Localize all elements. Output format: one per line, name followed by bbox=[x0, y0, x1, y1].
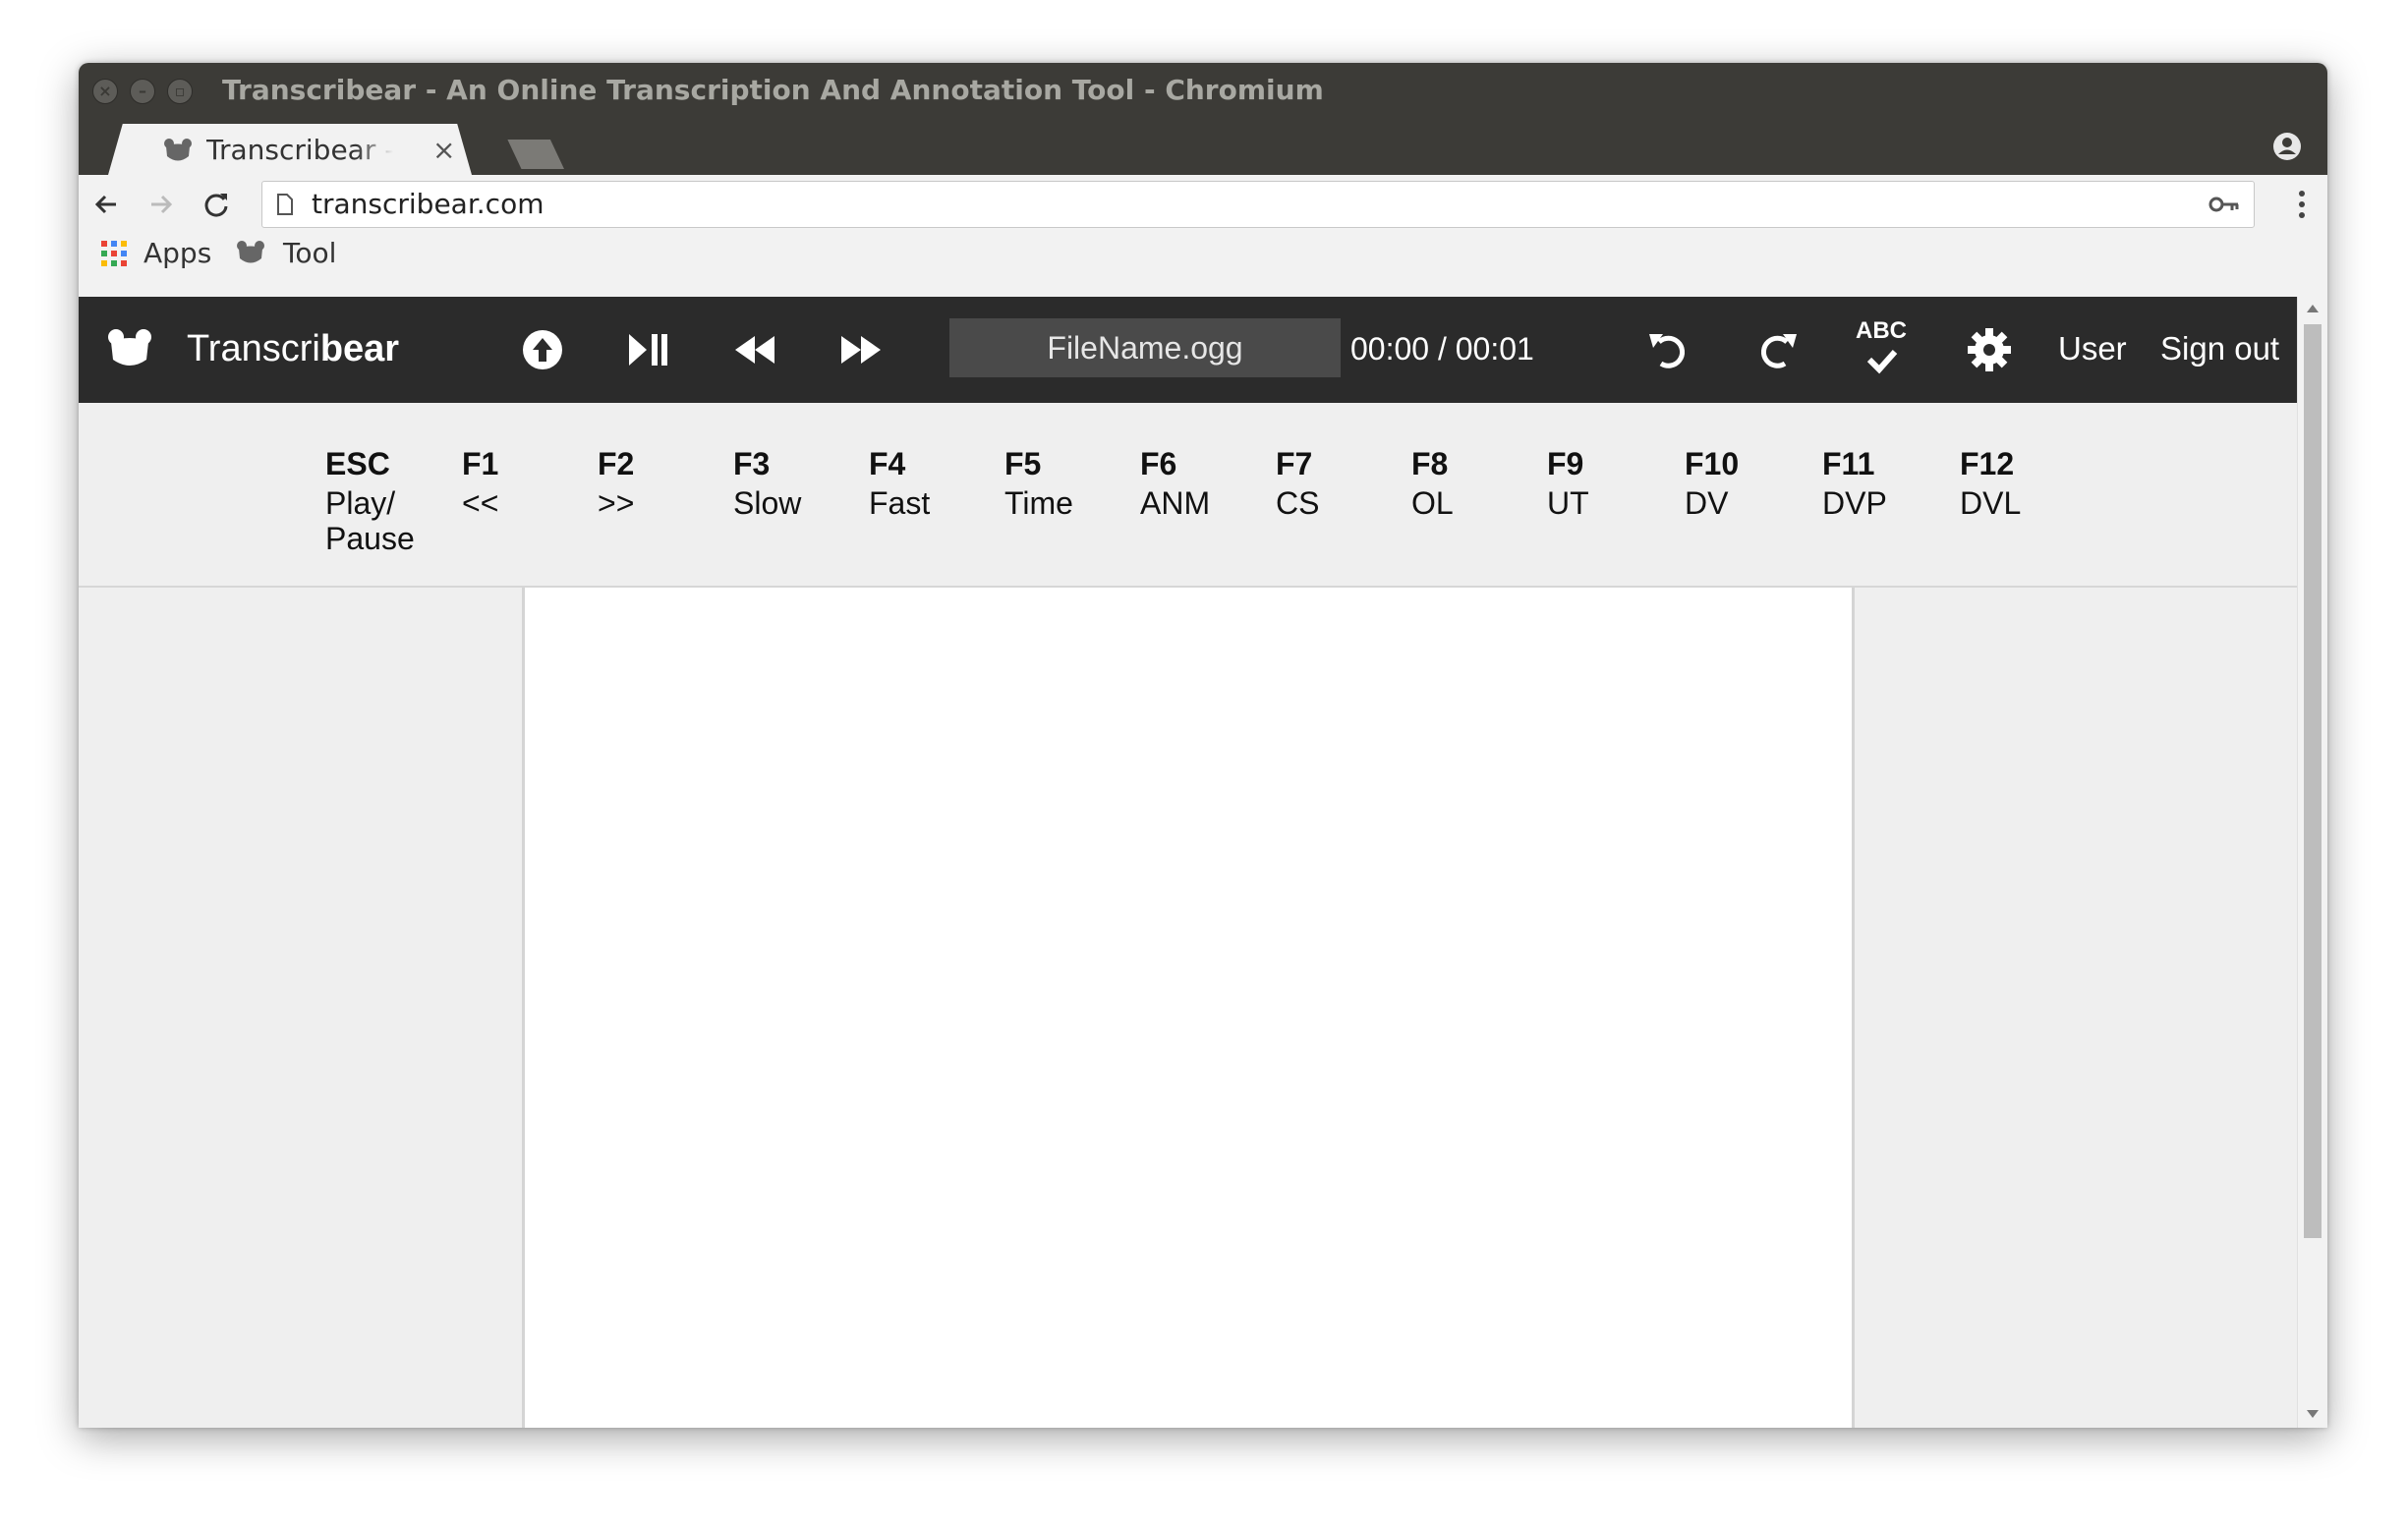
filename-display: FileName.ogg bbox=[949, 318, 1341, 377]
bookmark-tool[interactable]: Tool bbox=[283, 234, 336, 273]
shortcut-f8[interactable]: F8 OL bbox=[1411, 442, 1454, 521]
shortcut-esc[interactable]: ESC Play/ Pause bbox=[325, 442, 415, 556]
shortcut-f9[interactable]: F9 UT bbox=[1547, 442, 1589, 521]
shortcut-key: F11 bbox=[1822, 442, 1887, 485]
shortcut-action: Slow bbox=[733, 485, 801, 521]
shortcut-f2[interactable]: F2 >> bbox=[598, 442, 634, 521]
editor-area bbox=[79, 588, 2298, 1428]
tab-title: Transcribear - An Online Transcription A… bbox=[206, 132, 393, 169]
shortcut-key: F4 bbox=[869, 442, 930, 485]
shortcut-action: Time bbox=[1004, 485, 1073, 521]
new-tab-button[interactable] bbox=[501, 140, 564, 169]
shortcut-action-line2: Pause bbox=[325, 521, 415, 556]
tab-close-icon[interactable]: × bbox=[432, 132, 455, 169]
shortcut-action: ANM bbox=[1140, 485, 1210, 521]
address-bar[interactable]: transcribear.com bbox=[261, 181, 2255, 228]
bear-icon bbox=[236, 240, 265, 265]
shortcut-action: UT bbox=[1547, 485, 1589, 521]
shortcut-f11[interactable]: F11 DVP bbox=[1822, 442, 1887, 521]
window-minimize-icon[interactable]: – bbox=[130, 79, 155, 104]
window-maximize-icon[interactable]: ▫ bbox=[167, 79, 193, 104]
apps-grid-icon[interactable] bbox=[100, 240, 128, 267]
check-icon bbox=[1854, 348, 1909, 377]
shortcut-key: ESC bbox=[325, 442, 415, 485]
shortcut-bar: ESC Play/ Pause F1 << F2 >> F3 Slow F4 F… bbox=[79, 403, 2298, 588]
app-brand[interactable]: Transcribear bbox=[187, 324, 399, 373]
address-bar-url[interactable]: transcribear.com bbox=[312, 187, 544, 222]
shortcut-key: F10 bbox=[1685, 442, 1739, 485]
shortcut-key: F5 bbox=[1004, 442, 1073, 485]
shortcut-action: << bbox=[462, 485, 498, 521]
fast-forward-icon[interactable] bbox=[837, 326, 885, 373]
shortcut-key: F6 bbox=[1140, 442, 1210, 485]
shortcut-action: DV bbox=[1685, 485, 1739, 521]
upload-icon[interactable] bbox=[519, 326, 566, 373]
shortcut-key: F7 bbox=[1276, 442, 1319, 485]
redo-icon[interactable] bbox=[1753, 326, 1801, 373]
browser-window: × – ▫ Transcribear - An Online Transcrip… bbox=[79, 63, 2327, 1428]
spellcheck-text: ABC bbox=[1854, 318, 1909, 344]
sign-out-link[interactable]: Sign out bbox=[2160, 324, 2279, 373]
gear-icon[interactable] bbox=[1966, 326, 2013, 373]
spellcheck-icon[interactable]: ABC bbox=[1854, 318, 1909, 381]
shortcut-key: F8 bbox=[1411, 442, 1454, 485]
shortcut-f10[interactable]: F10 DV bbox=[1685, 442, 1739, 521]
shortcut-action: DVP bbox=[1822, 485, 1887, 521]
shortcut-f5[interactable]: F5 Time bbox=[1004, 442, 1073, 521]
shortcut-action: Fast bbox=[869, 485, 930, 521]
shortcut-key: F9 bbox=[1547, 442, 1589, 485]
bear-favicon-icon bbox=[163, 138, 193, 163]
window-titlebar: × – ▫ Transcribear - An Online Transcrip… bbox=[79, 63, 2327, 118]
undo-icon[interactable] bbox=[1645, 326, 1692, 373]
shortcut-action: Play/ bbox=[325, 485, 415, 521]
shortcut-f12[interactable]: F12 DVL bbox=[1960, 442, 2021, 521]
bear-logo-icon[interactable] bbox=[106, 326, 153, 373]
playback-time: 00:00 / 00:01 bbox=[1350, 324, 1534, 373]
page-viewport: Transcribear S FileName.ogg 00:00 / 00:0… bbox=[79, 297, 2327, 1428]
key-icon[interactable] bbox=[2208, 194, 2240, 215]
rewind-icon[interactable] bbox=[731, 326, 778, 373]
transcription-editor[interactable] bbox=[522, 588, 1855, 1428]
browser-tab-active[interactable]: Transcribear - An Online Transcription A… bbox=[108, 124, 472, 175]
window-title: Transcribear - An Online Transcription A… bbox=[222, 73, 1324, 108]
page-scrollbar[interactable] bbox=[2297, 297, 2327, 1428]
shortcut-f7[interactable]: F7 CS bbox=[1276, 442, 1319, 521]
scroll-up-arrow-icon[interactable] bbox=[2307, 305, 2319, 312]
tab-strip: Transcribear - An Online Transcription A… bbox=[79, 118, 2327, 175]
profile-icon[interactable] bbox=[2272, 132, 2302, 161]
shortcut-action: DVL bbox=[1960, 485, 2021, 521]
brand-bold: bear bbox=[320, 328, 399, 369]
window-close-icon[interactable]: × bbox=[92, 79, 118, 104]
shortcut-f3[interactable]: F3 Slow bbox=[733, 442, 801, 521]
bookmarks-bar: Apps Tool bbox=[79, 232, 2327, 277]
brand-light: Transcri bbox=[187, 328, 320, 369]
shortcut-action: OL bbox=[1411, 485, 1454, 521]
shortcut-f4[interactable]: F4 Fast bbox=[869, 442, 930, 521]
play-pause-icon[interactable] bbox=[625, 326, 672, 373]
shortcut-key: F1 bbox=[462, 442, 498, 485]
shortcut-f6[interactable]: F6 ANM bbox=[1140, 442, 1210, 521]
back-arrow-icon[interactable] bbox=[90, 189, 122, 220]
shortcut-key: F12 bbox=[1960, 442, 2021, 485]
scrollbar-thumb[interactable] bbox=[2304, 324, 2322, 1238]
shortcut-f1[interactable]: F1 << bbox=[462, 442, 498, 521]
browser-toolbar: transcribear.com bbox=[79, 175, 2327, 232]
reload-icon[interactable] bbox=[201, 189, 232, 220]
page-info-icon[interactable] bbox=[276, 194, 294, 215]
shortcut-action: >> bbox=[598, 485, 634, 521]
shortcut-key: F3 bbox=[733, 442, 801, 485]
user-link[interactable]: User bbox=[2058, 324, 2127, 373]
scroll-down-arrow-icon[interactable] bbox=[2307, 1410, 2319, 1418]
app-navbar: Transcribear S FileName.ogg 00:00 / 00:0… bbox=[79, 297, 2298, 403]
browser-menu-icon[interactable] bbox=[2298, 189, 2306, 220]
shortcut-action: CS bbox=[1276, 485, 1319, 521]
bookmark-apps[interactable]: Apps bbox=[143, 234, 211, 273]
shortcut-key: F2 bbox=[598, 442, 634, 485]
forward-arrow-icon[interactable] bbox=[145, 189, 177, 220]
